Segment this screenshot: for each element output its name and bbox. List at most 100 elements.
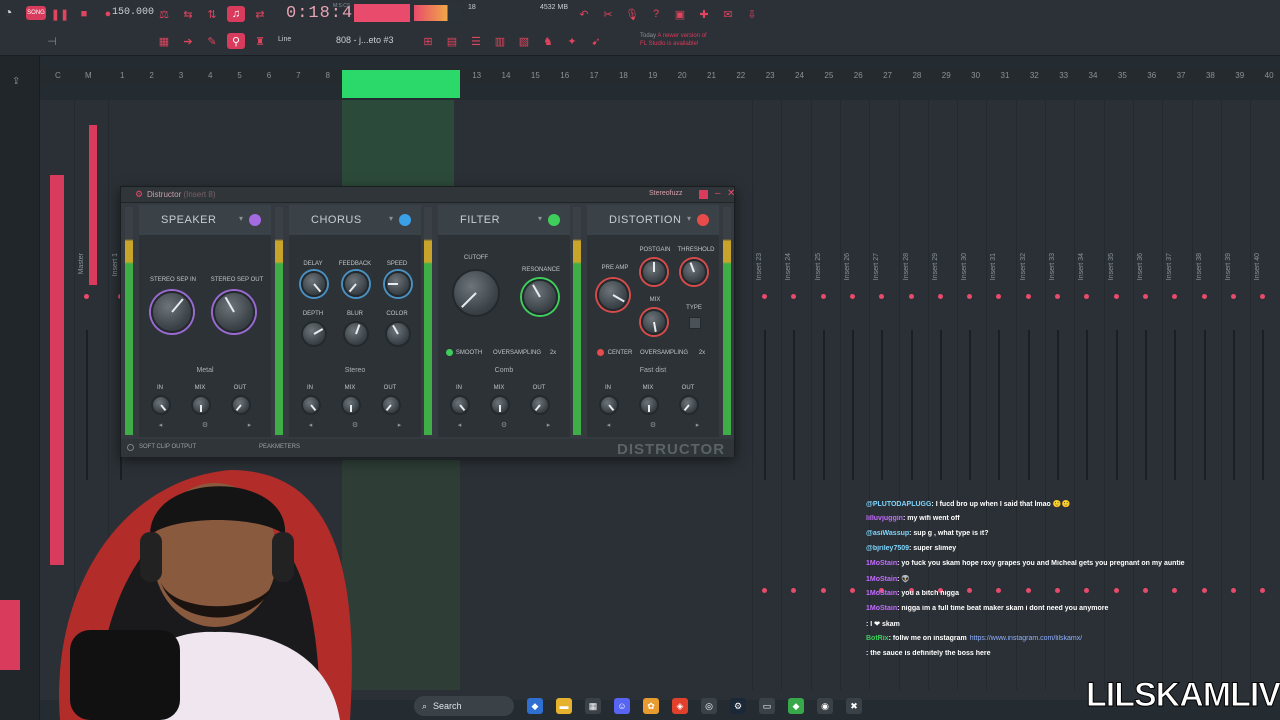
help-icon[interactable]: ? <box>647 6 665 22</box>
download-icon[interactable]: ⇩ <box>743 6 761 22</box>
brave-icon[interactable]: ◈ <box>672 698 688 714</box>
chat-username[interactable]: 1MoStain <box>866 605 897 612</box>
view-browser-icon[interactable]: ▧ <box>515 33 533 49</box>
module-power-icon[interactable] <box>399 214 411 226</box>
song-mode-button[interactable]: SONG <box>26 6 46 20</box>
capcut-icon[interactable]: ✖ <box>846 698 862 714</box>
preset-name[interactable]: Stereofuzz <box>649 190 682 197</box>
algorithm-selector[interactable]: Stereo <box>309 367 401 379</box>
mixer-strip[interactable] <box>839 100 868 690</box>
knob[interactable] <box>301 321 327 347</box>
fl-studio-icon[interactable]: ✿ <box>643 698 659 714</box>
knob[interactable] <box>641 259 667 285</box>
knob[interactable] <box>522 279 558 315</box>
knob[interactable] <box>301 395 321 415</box>
mixer-send-dot[interactable] <box>84 294 89 299</box>
next-algorithm-icon[interactable]: ▸ <box>398 421 402 433</box>
knob[interactable] <box>231 395 251 415</box>
game-icon[interactable]: ◆ <box>788 698 804 714</box>
algorithm-selector[interactable]: Comb <box>458 367 550 379</box>
knob[interactable] <box>681 259 707 285</box>
module-settings-icon[interactable]: ⚙ <box>352 421 358 433</box>
view-mixer-icon[interactable]: ☰ <box>467 33 485 49</box>
module-power-icon[interactable] <box>249 214 261 226</box>
mixer-send-dot[interactable] <box>1025 294 1031 299</box>
prev-algorithm-icon[interactable]: ◂ <box>309 421 313 433</box>
4k-icon[interactable]: ◉ <box>817 698 833 714</box>
knob[interactable] <box>490 395 510 415</box>
mixer-send-dot[interactable] <box>908 294 914 299</box>
mixer-send-dot[interactable] <box>1230 294 1236 299</box>
song-time-display[interactable]: 0:18:44 <box>286 4 364 23</box>
wait-icon[interactable]: ⇆ <box>179 6 197 22</box>
mixer-fader[interactable] <box>969 330 972 480</box>
snap-mode[interactable]: Line <box>278 36 291 43</box>
knob[interactable] <box>599 395 619 415</box>
playlist-icon[interactable]: ▦ <box>155 33 173 49</box>
knob[interactable] <box>213 291 255 333</box>
app-icon[interactable]: ▭ <box>759 698 775 714</box>
mixer-send-dot[interactable] <box>937 294 943 299</box>
mixer-route-dot[interactable] <box>820 588 826 593</box>
pattern-selector[interactable]: 808 - j...eto #3 <box>336 35 394 45</box>
plugin-icon[interactable]: ✚ <box>695 6 713 22</box>
pencil-icon[interactable]: ✎ <box>203 33 221 49</box>
chat-username[interactable]: @PLUTODAPLUGG <box>866 501 931 508</box>
module-power-icon[interactable] <box>697 214 709 226</box>
close-icon[interactable]: ✕ <box>727 188 735 199</box>
view-render-icon[interactable]: ➹ <box>587 33 605 49</box>
mixer-fader[interactable] <box>1203 330 1206 480</box>
knob[interactable] <box>597 279 629 311</box>
chat-link[interactable]: https://www.instagram.com/lilskamx/ <box>970 635 1082 642</box>
metronome-icon[interactable]: ⚖ <box>155 6 173 22</box>
knob[interactable] <box>639 395 659 415</box>
view-channel-icon[interactable]: ▥ <box>491 33 509 49</box>
steam-icon[interactable]: ⚙ <box>730 698 746 714</box>
knob[interactable] <box>341 395 361 415</box>
module-settings-icon[interactable]: ⚙ <box>202 421 208 433</box>
copilot-icon[interactable]: ◆ <box>527 698 543 714</box>
cut-icon[interactable]: ✂ <box>599 6 617 22</box>
prev-algorithm-icon[interactable]: ◂ <box>458 421 462 433</box>
mixer-fader[interactable] <box>822 330 825 480</box>
discord-icon[interactable]: ☺ <box>614 698 630 714</box>
type-button[interactable] <box>689 317 701 329</box>
module-dropdown-icon[interactable]: ▾ <box>389 214 393 223</box>
mixer-send-dot[interactable] <box>1055 294 1060 299</box>
next-algorithm-icon[interactable]: ▸ <box>248 421 252 433</box>
loop-record-icon[interactable]: ⇄ <box>251 6 269 22</box>
knob[interactable] <box>151 291 193 333</box>
mixer-strip[interactable] <box>752 100 780 690</box>
mixer-send-dot[interactable] <box>820 294 826 299</box>
mixer-strip[interactable] <box>810 100 839 690</box>
mixer-send-dot[interactable] <box>849 294 855 299</box>
mixer-fader[interactable] <box>1027 330 1030 480</box>
knob[interactable] <box>151 395 171 415</box>
knob[interactable] <box>452 269 500 317</box>
view-plugin-icon[interactable]: ♞ <box>539 33 557 49</box>
stop-icon[interactable]: ■ <box>75 6 93 22</box>
blend-notes-icon[interactable]: ♫ <box>227 6 245 22</box>
chat-username[interactable]: @asiWassup <box>866 530 909 537</box>
store-icon[interactable]: ▦ <box>585 698 601 714</box>
algorithm-selector[interactable]: Metal <box>159 367 251 379</box>
mixer-fader[interactable] <box>1262 330 1265 480</box>
fl-logo-icon[interactable]: ◔ <box>4 4 12 20</box>
knob[interactable] <box>641 309 667 335</box>
mixer-fader[interactable] <box>1057 330 1059 480</box>
loop-region-marker[interactable] <box>342 70 460 98</box>
playlist-ruler[interactable]: C M 123456789101112131415161718192021222… <box>40 68 1280 84</box>
mixer-send-dot[interactable] <box>1201 294 1207 299</box>
next-algorithm-icon[interactable]: ▸ <box>547 421 551 433</box>
countdown-icon[interactable]: ⇅ <box>203 6 221 22</box>
module-power-icon[interactable] <box>548 214 560 226</box>
knob[interactable] <box>450 395 470 415</box>
center-toggle[interactable] <box>597 349 604 356</box>
mic-icon[interactable]: 🎙 <box>623 6 641 22</box>
chat-username[interactable]: BotRix <box>866 635 889 642</box>
browser-icon[interactable]: ⇪ <box>12 76 20 87</box>
mixer-fader[interactable] <box>1144 330 1147 480</box>
mixer-route-dot[interactable] <box>762 588 767 593</box>
module-header[interactable]: CHORUS ▾ <box>289 205 421 235</box>
mixer-send-dot[interactable] <box>1113 294 1119 299</box>
